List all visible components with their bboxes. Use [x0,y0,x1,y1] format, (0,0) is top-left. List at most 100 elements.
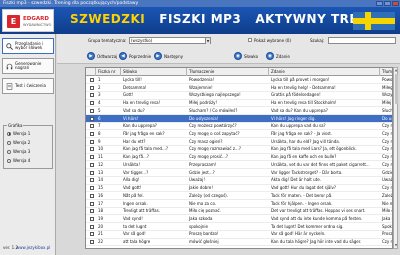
play-icon: ▶ [87,52,95,60]
row-checkbox[interactable] [90,216,94,221]
word-button[interactable]: ◉ Słowko [234,52,258,60]
column-header-number[interactable]: Fiszka nr [96,68,121,76]
nav-label: Test i ćwiczenia [15,82,46,88]
vertical-scrollbar[interactable]: ▲ ▼ [393,67,398,249]
word-label: Słowko [244,53,259,59]
graphics-group: Grafika Wersja 1 Wersja 2 Wersja 3 Wersj… [3,123,53,169]
logo-text: EDGARD [23,16,49,22]
column-header-sentence[interactable]: Zdanie [269,68,380,76]
flashcards-table: Fiszka nr Słówko Tłumaczenie Zdanie Tłum… [85,67,393,249]
table-cell: mówić głośniej [189,239,219,245]
window-title: Fiszki mp3 - szwedzki. Trening dla począ… [3,1,139,6]
row-checkbox[interactable] [90,232,94,237]
table-cell: att tala högre [123,239,151,245]
radio-label: Wersja 1 [13,131,31,136]
row-checkbox[interactable] [90,108,94,113]
column-header-check[interactable] [86,68,96,76]
table-cell: Kan du tala högre? Jag hör inte vad du s… [271,239,362,245]
playback-toolbar: ▶ Odtwarzaj ◀ Poprzednie ▶ Następny ◉ Sł… [57,48,400,64]
scroll-down-icon[interactable]: ▼ [394,243,398,248]
close-icon[interactable] [392,1,399,6]
app-banner: E EDGARD WYDAWNICTWO SZWEDZKI FISZKI MP3… [0,7,400,34]
show-selected-label: Pokaż wybrane (0) [254,38,291,43]
row-checkbox[interactable] [90,240,94,245]
nav-label: Przeglądanie i wybór słówek [15,40,44,50]
scroll-thumb[interactable] [394,74,398,104]
radio-icon [7,131,11,136]
play-button[interactable]: ▶ Odtwarzaj [87,52,117,60]
show-selected-checkbox[interactable] [248,38,252,42]
headphones-icon [6,63,13,69]
row-checkbox[interactable] [90,147,94,152]
radio-icon [7,140,11,145]
table-cell: Czy moż [382,239,392,245]
row-checkbox[interactable] [90,162,94,167]
sidebar: Przeglądanie i wybór słówek Generowanie … [0,34,56,255]
nav-generate-recordings[interactable]: Generowanie nagrań [2,58,54,74]
sentence-button[interactable]: ◉ Zdanie [266,52,290,60]
radio-label: Wersja 4 [13,158,31,163]
test-icon [6,82,13,90]
row-checkbox[interactable] [90,170,94,175]
row-checkbox[interactable] [90,186,94,191]
column-header-sentence-translation[interactable]: Tłumaczenie [380,68,392,76]
group-select-value: (wszystko) [131,38,153,43]
search-input[interactable] [328,37,396,44]
nav-tests[interactable]: Test i ćwiczenia [2,78,54,94]
radio-label: Wersja 2 [13,140,31,145]
table-cell: 22 [98,239,104,245]
radio-version-2[interactable]: Wersja 2 [7,140,30,145]
row-checkbox[interactable] [90,155,94,160]
minimize-icon[interactable] [376,1,383,6]
filters-bar: Grupa tematyczna: (wszystko) ▼ Pokaż wyb… [57,34,400,48]
row-checkbox[interactable] [90,101,94,106]
row-checkbox[interactable] [90,209,94,214]
window-titlebar: Fiszki mp3 - szwedzki. Trening dla począ… [0,0,400,7]
logo: E EDGARD WYDAWNICTWO [2,9,54,32]
chevron-down-icon: ▼ [205,38,210,44]
group-select[interactable]: (wszystko) ▼ [129,37,211,44]
radio-version-3[interactable]: Wersja 3 [7,149,30,154]
word-icon: ◉ [234,52,242,60]
row-checkbox[interactable] [90,201,94,206]
swedish-flag-icon [353,12,395,30]
nav-browse-words[interactable]: Przeglądanie i wybór słówek [2,38,54,54]
row-checkbox[interactable] [90,116,94,121]
column-header-word[interactable]: Słówko [121,68,187,76]
previous-button[interactable]: ◀ Poprzednie [119,52,151,60]
radio-icon [7,158,11,163]
row-checkbox[interactable] [90,85,94,90]
logo-mark-icon: E [7,15,20,28]
maximize-icon[interactable] [384,1,391,6]
magnifier-icon [6,42,13,50]
banner-language: SZWEDZKI [70,12,146,26]
radio-version-4[interactable]: Wersja 4 [7,158,30,163]
column-header-translation[interactable]: Tłumaczenie [187,68,269,76]
table-header: Fiszka nr Słówko Tłumaczenie Zdanie Tłum… [86,68,392,76]
group-label: Grupa tematyczna: [88,38,127,43]
row-checkbox[interactable] [90,193,94,198]
website-link[interactable]: www.jezykibox.pl [16,245,50,250]
radio-version-1[interactable]: Wersja 1 [7,131,30,136]
play-label: Odtwarzaj [97,53,118,59]
previous-icon: ◀ [119,52,127,60]
row-checkbox[interactable] [90,224,94,229]
sentence-icon: ◉ [266,52,274,60]
row-checkbox[interactable] [90,78,94,82]
sentence-label: Zdanie [276,53,290,59]
next-button[interactable]: ▶ Następny [154,52,183,60]
row-checkbox[interactable] [90,124,94,129]
banner-product: FISZKI MP3 [159,12,242,26]
search-label: Szukaj: [310,38,325,43]
nav-label: Generowanie nagrań [15,60,42,70]
group-title: Grafika [7,123,24,128]
next-label: Następny [164,53,183,59]
radio-label: Wersja 3 [13,149,31,154]
row-checkbox[interactable] [90,178,94,183]
window-controls [376,1,399,6]
row-checkbox[interactable] [90,93,94,98]
row-checkbox[interactable] [90,139,94,144]
row-checkbox[interactable] [90,132,94,137]
table-row[interactable]: 22 att tala högre mówić głośniej Kan du tal… [86,238,392,247]
scroll-up-icon[interactable]: ▲ [394,68,398,73]
